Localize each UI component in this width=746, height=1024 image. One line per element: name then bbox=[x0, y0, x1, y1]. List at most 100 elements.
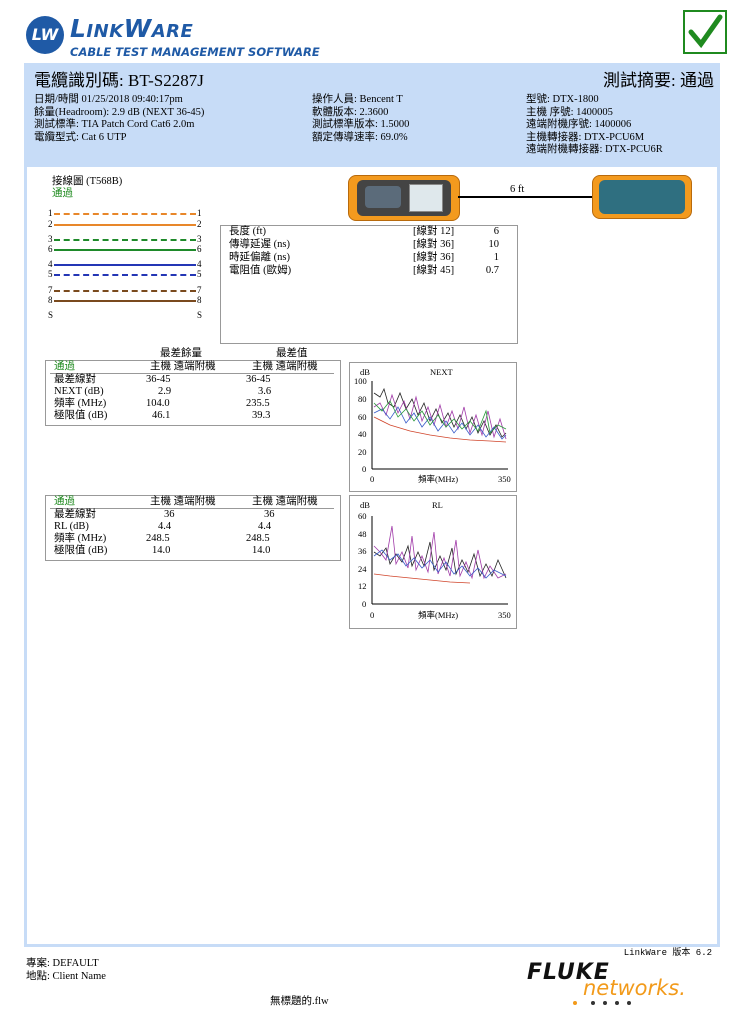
next-chart-title: NEXT bbox=[430, 367, 453, 377]
cell-a: 14.0 bbox=[152, 545, 171, 556]
cell-a: 104.0 bbox=[146, 398, 170, 409]
main-tester-keypad bbox=[365, 186, 401, 208]
wiremap-title: 接線圖 (T568B) bbox=[52, 176, 123, 187]
cell-b: 36-45 bbox=[246, 374, 271, 385]
rl-table: 通過 主機 遠端附機 主機 遠端附機 最差線對 36 36 RL (dB) 4.… bbox=[45, 495, 341, 561]
table-row: 極限值 (dB) 46.1 39.3 bbox=[46, 410, 340, 422]
table-row: 極限值 (dB) 14.0 14.0 bbox=[46, 545, 340, 557]
next-ytick-100: 100 bbox=[354, 376, 367, 386]
pin-right-8: 8 bbox=[197, 295, 202, 305]
cell-b: 39.3 bbox=[252, 410, 271, 421]
next-chart: dB NEXT 100 80 60 40 20 0 0 頻率(MHz) 350 bbox=[349, 362, 517, 492]
cell-b: 235.5 bbox=[246, 398, 270, 409]
cable-type: 電纜型式: Cat 6 UTP bbox=[34, 131, 127, 143]
cell-a: 36-45 bbox=[146, 374, 171, 385]
rl-ytick-24: 24 bbox=[358, 564, 367, 574]
wiremap-diagram: 1 1 2 2 3 3 6 6 4 4 5 5 7 7 8 8 S S bbox=[46, 206, 206, 320]
cell-b: 4.4 bbox=[258, 521, 272, 532]
next-group-1: 最差餘量 bbox=[160, 348, 202, 359]
next-trace-purple bbox=[373, 393, 507, 440]
summary-col-3: 型號: DTX-1800 主機 序號: 1400005 遠端附機序號: 1400… bbox=[526, 94, 663, 157]
rl-status: 通過 bbox=[54, 496, 75, 507]
table-row: 頻率 (MHz) 248.5 248.5 bbox=[46, 533, 340, 545]
next-ytick-80: 80 bbox=[358, 394, 367, 404]
length-value: 6 bbox=[493, 226, 499, 237]
summary-col-2: 操作人員: Bencent T 軟體版本: 2.3600 測試標準版本: 1.5… bbox=[312, 94, 409, 144]
next-chart-svg: dB NEXT 100 80 60 40 20 0 0 頻率(MHz) 350 bbox=[354, 367, 511, 484]
wire-pair-7 bbox=[54, 290, 196, 292]
resistance-value: 0.7 bbox=[485, 265, 499, 276]
result-value: 通過 bbox=[680, 71, 714, 90]
pin-left-2: 2 bbox=[48, 219, 53, 229]
main-adapter: 主機轉接器: DTX-PCU6M bbox=[526, 131, 645, 143]
skew-label: 時延偏離 (ns) bbox=[229, 252, 290, 263]
pin-left-8: 8 bbox=[48, 295, 53, 305]
row-label: NEXT (dB) bbox=[54, 386, 104, 397]
length-label: 長度 (ft) bbox=[229, 226, 267, 237]
next-sub-1: 主機 遠端附機 bbox=[150, 361, 216, 372]
main-tester-image bbox=[348, 175, 460, 221]
delay-pair: [線對 36] bbox=[413, 239, 455, 250]
cable-length-label: 6 ft bbox=[510, 184, 525, 195]
length-row: 長度 (ft) [線對 12] 6 bbox=[221, 226, 517, 239]
model: 型號: DTX-1800 bbox=[526, 94, 599, 105]
rl-ytick-36: 36 bbox=[358, 546, 367, 556]
test-standard: 測試標準: TIA Patch Cord Cat6 2.0m bbox=[34, 119, 195, 130]
pass-check-badge bbox=[683, 10, 727, 54]
delay-value: 10 bbox=[488, 239, 500, 250]
table-row: 最差線對 36-45 36-45 bbox=[46, 374, 340, 386]
resistance-label: 電阻值 (歐姆) bbox=[229, 265, 292, 276]
rl-sub-2: 主機 遠端附機 bbox=[252, 496, 318, 507]
rl-xtick-0: 0 bbox=[370, 610, 374, 620]
delay-row: 傳導延遲 (ns) [線對 36] 10 bbox=[221, 239, 517, 252]
next-table: 通過 主機 遠端附機 主機 遠端附機 最差線對 36-45 36-45 NEXT… bbox=[45, 360, 341, 426]
row-label: 極限值 (dB) bbox=[54, 410, 108, 421]
cell-a: 2.9 bbox=[158, 386, 172, 397]
logo: LW LinkWare CABLE TEST MANAGEMENT SOFTWA… bbox=[26, 14, 320, 60]
cell-b: 248.5 bbox=[246, 533, 270, 544]
next-ytick-0: 0 bbox=[362, 464, 366, 474]
dot-icon bbox=[615, 1001, 619, 1005]
rl-ytick-12: 12 bbox=[358, 581, 367, 591]
software-version-footer: LinkWare 版本 6.2 bbox=[623, 948, 712, 958]
date-time: 日期/時間 01/25/2018 09:40:17pm bbox=[34, 94, 183, 105]
pin-right-1: 1 bbox=[197, 208, 202, 218]
resistance-row: 電阻值 (歐姆) [線對 45] 0.7 bbox=[221, 265, 517, 278]
pin-left-1: 1 bbox=[48, 208, 53, 218]
logo-initials: LW bbox=[31, 25, 59, 44]
remote-tester-body bbox=[599, 180, 685, 214]
rl-limit-line bbox=[373, 573, 471, 584]
remote-adapter: 遠端附機轉接器: DTX-PCU6R bbox=[526, 144, 663, 155]
next-ytick-60: 60 bbox=[358, 412, 367, 422]
wire-pair-4 bbox=[54, 264, 196, 266]
table-row: RL (dB) 4.4 4.4 bbox=[46, 521, 340, 533]
length-pair: [線對 12] bbox=[413, 226, 455, 237]
logo-title: LinkWare bbox=[70, 14, 194, 43]
cell-a: 4.4 bbox=[158, 521, 172, 532]
logo-subtitle: CABLE TEST MANAGEMENT SOFTWARE bbox=[70, 45, 320, 59]
remote-serial: 遠端附機序號: 1400006 bbox=[526, 119, 632, 130]
rl-sub-1: 主機 遠端附機 bbox=[150, 496, 216, 507]
rl-xtick-350: 350 bbox=[498, 610, 511, 620]
main-serial: 主機 序號: 1400005 bbox=[526, 106, 613, 118]
summary-panel: 電纜識別碼: BT-S2287J 測試摘要: 通過 日期/時間 01/25/20… bbox=[24, 63, 720, 167]
rl-trace-purple bbox=[373, 525, 507, 580]
test-cable-line bbox=[458, 196, 592, 198]
next-ytick-40: 40 bbox=[358, 429, 367, 439]
cable-id-label: 電纜識別碼: bbox=[34, 71, 124, 90]
wire-pair-5 bbox=[54, 274, 196, 276]
pin-left-5: 5 bbox=[48, 269, 53, 279]
test-result: 測試摘要: 通過 bbox=[603, 66, 714, 91]
software-version: 軟體版本: 2.3600 bbox=[312, 106, 389, 118]
dot-icon bbox=[627, 1001, 631, 1005]
pin-right-6: 6 bbox=[197, 244, 202, 254]
rl-ytick-60: 60 bbox=[358, 511, 367, 521]
wire-pair-3 bbox=[54, 239, 196, 241]
resistance-pair: [線對 45] bbox=[413, 265, 455, 276]
skew-row: 時延偏離 (ns) [線對 36] 1 bbox=[221, 252, 517, 265]
next-xtick-0: 0 bbox=[370, 474, 374, 484]
rl-ytick-48: 48 bbox=[358, 529, 367, 539]
rl-trace-black bbox=[373, 541, 507, 579]
rl-chart: dB RL 60 48 36 24 12 0 0 頻率(MHz) 350 bbox=[349, 495, 517, 629]
cell-b: 36 bbox=[264, 509, 275, 520]
